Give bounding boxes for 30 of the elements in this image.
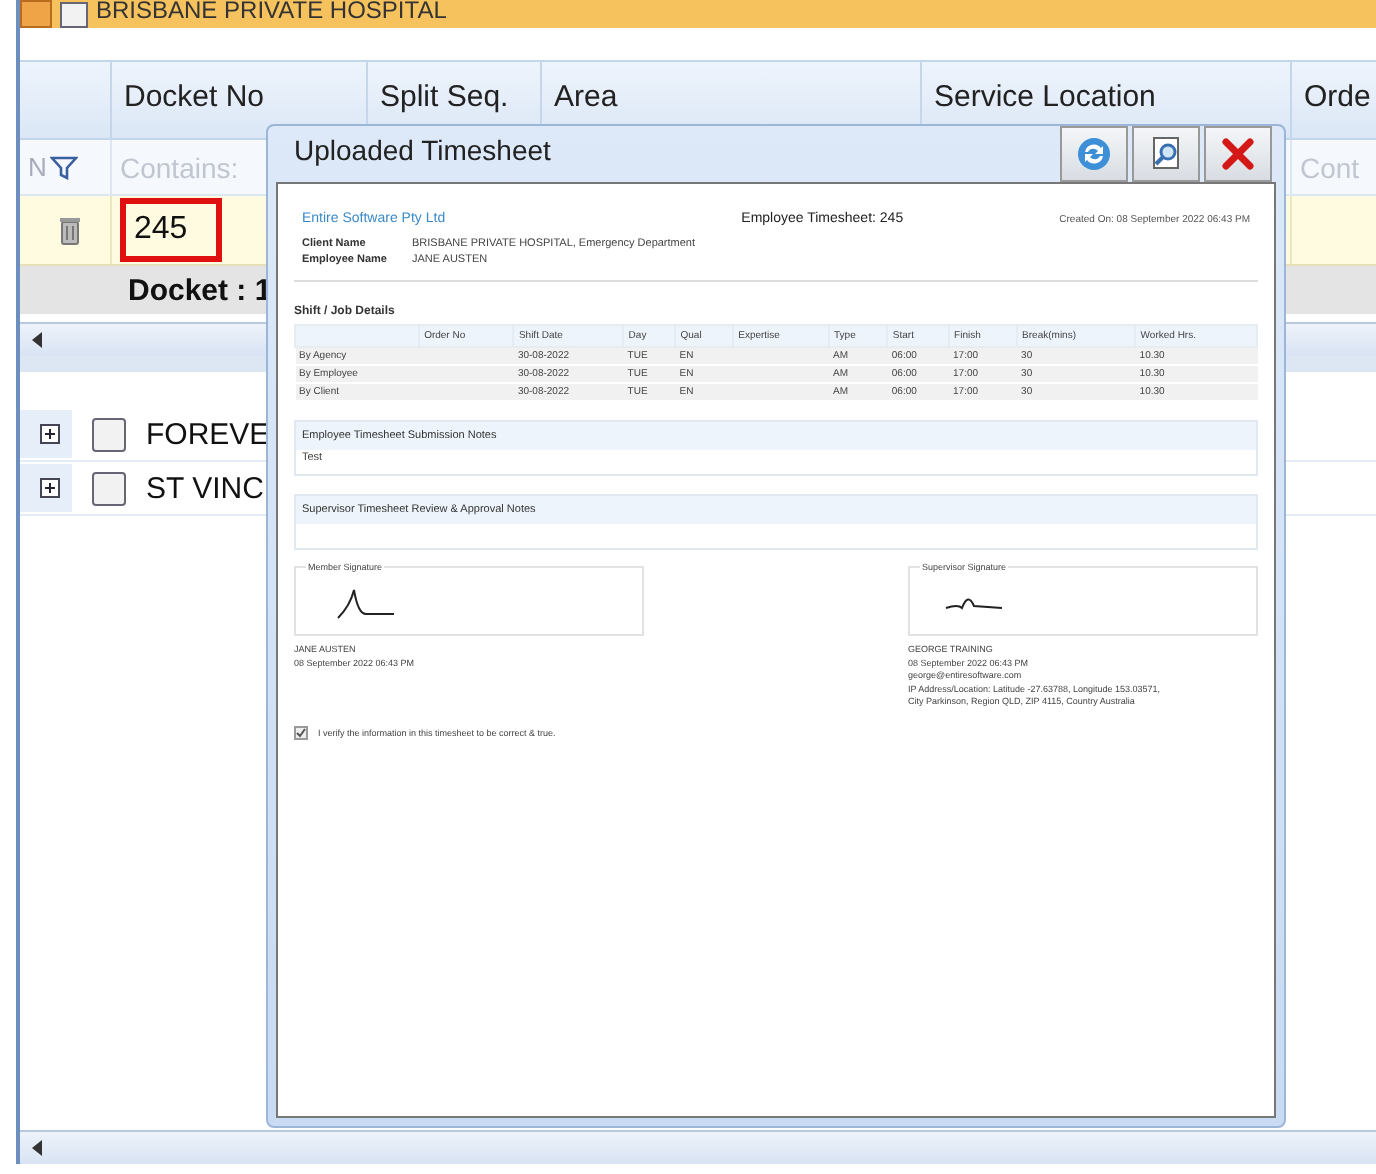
group-label: ST VINC bbox=[146, 471, 264, 505]
refresh-button[interactable] bbox=[1060, 126, 1128, 182]
trash-icon bbox=[57, 214, 81, 246]
row-checkbox[interactable] bbox=[60, 1, 88, 27]
filter-icon bbox=[50, 155, 79, 179]
scroll-left-icon bbox=[32, 332, 44, 348]
dialog-title: Uploaded Timesheet bbox=[294, 134, 551, 166]
signature-drawing bbox=[336, 588, 396, 620]
horizontal-scrollbar[interactable] bbox=[20, 1130, 1376, 1164]
group-label: BRISBANE PRIVATE HOSPITAL bbox=[96, 0, 447, 22]
docket-number: 245 bbox=[120, 198, 222, 262]
expand-toggle[interactable] bbox=[20, 0, 52, 28]
scroll-left-icon bbox=[32, 1140, 44, 1156]
signature-drawing bbox=[944, 592, 1004, 610]
close-icon bbox=[1220, 136, 1256, 172]
row-checkbox[interactable] bbox=[92, 417, 126, 451]
plus-icon bbox=[40, 478, 60, 498]
zoom-button[interactable] bbox=[1132, 126, 1200, 182]
close-button[interactable] bbox=[1204, 126, 1272, 182]
expand-toggle[interactable] bbox=[20, 410, 72, 458]
check-icon bbox=[296, 727, 306, 737]
group-label: FOREVE bbox=[146, 417, 270, 451]
filter-label: N bbox=[28, 152, 47, 182]
magnifier-icon bbox=[1148, 136, 1184, 172]
refresh-icon bbox=[1076, 136, 1112, 172]
column-header[interactable]: Orde bbox=[1292, 62, 1376, 138]
plus-icon bbox=[40, 424, 60, 444]
verify-checkbox[interactable] bbox=[294, 725, 308, 739]
row-checkbox[interactable] bbox=[92, 471, 126, 505]
expand-toggle[interactable] bbox=[20, 464, 72, 512]
